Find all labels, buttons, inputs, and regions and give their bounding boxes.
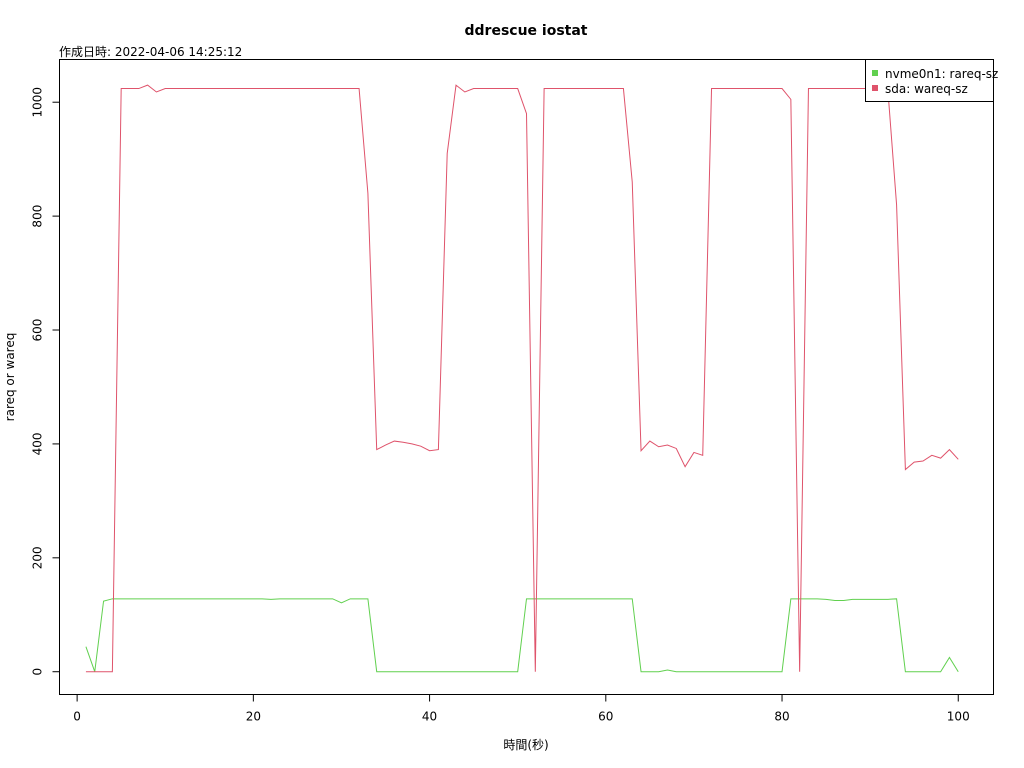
x-axis: 0 20 40 60 80 100 <box>73 694 970 724</box>
legend-swatch-sda <box>872 85 878 91</box>
series-line-nvme0n1-rareq <box>85 598 959 673</box>
x-tick-label: 80 <box>774 710 789 724</box>
x-tick-label: 20 <box>246 710 261 724</box>
y-axis: 0 200 400 600 800 1000 <box>31 87 60 676</box>
y-tick-label: 400 <box>31 432 45 455</box>
legend: nvme0n1: rareq-sz sda: wareq-sz <box>865 59 998 102</box>
chart-title: ddrescue iostat <box>465 23 588 39</box>
series-layer <box>85 84 959 673</box>
y-tick-label: 0 <box>31 668 45 676</box>
chart-subtitle: 作成日時: 2022-04-06 14:25:12 <box>59 45 242 59</box>
y-tick-label: 1000 <box>31 87 45 118</box>
y-axis-label: rareq or wareq <box>3 333 17 422</box>
legend-swatch-nvme <box>872 70 878 76</box>
x-axis-label: 時間(秒) <box>503 738 548 752</box>
y-tick-label: 200 <box>31 546 45 569</box>
x-tick-label: 60 <box>598 710 613 724</box>
chart: ddrescue iostat 作成日時: 2022-04-06 14:25:1… <box>3 23 998 752</box>
x-tick-label: 40 <box>422 710 437 724</box>
legend-label-nvme: nvme0n1: rareq-sz <box>885 67 998 81</box>
legend-label-sda: sda: wareq-sz <box>885 82 968 96</box>
series-line-sda-wareq <box>85 84 959 673</box>
x-tick-label: 0 <box>73 710 81 724</box>
y-tick-label: 800 <box>31 205 45 228</box>
y-tick-label: 600 <box>31 319 45 342</box>
x-tick-label: 100 <box>947 710 970 724</box>
